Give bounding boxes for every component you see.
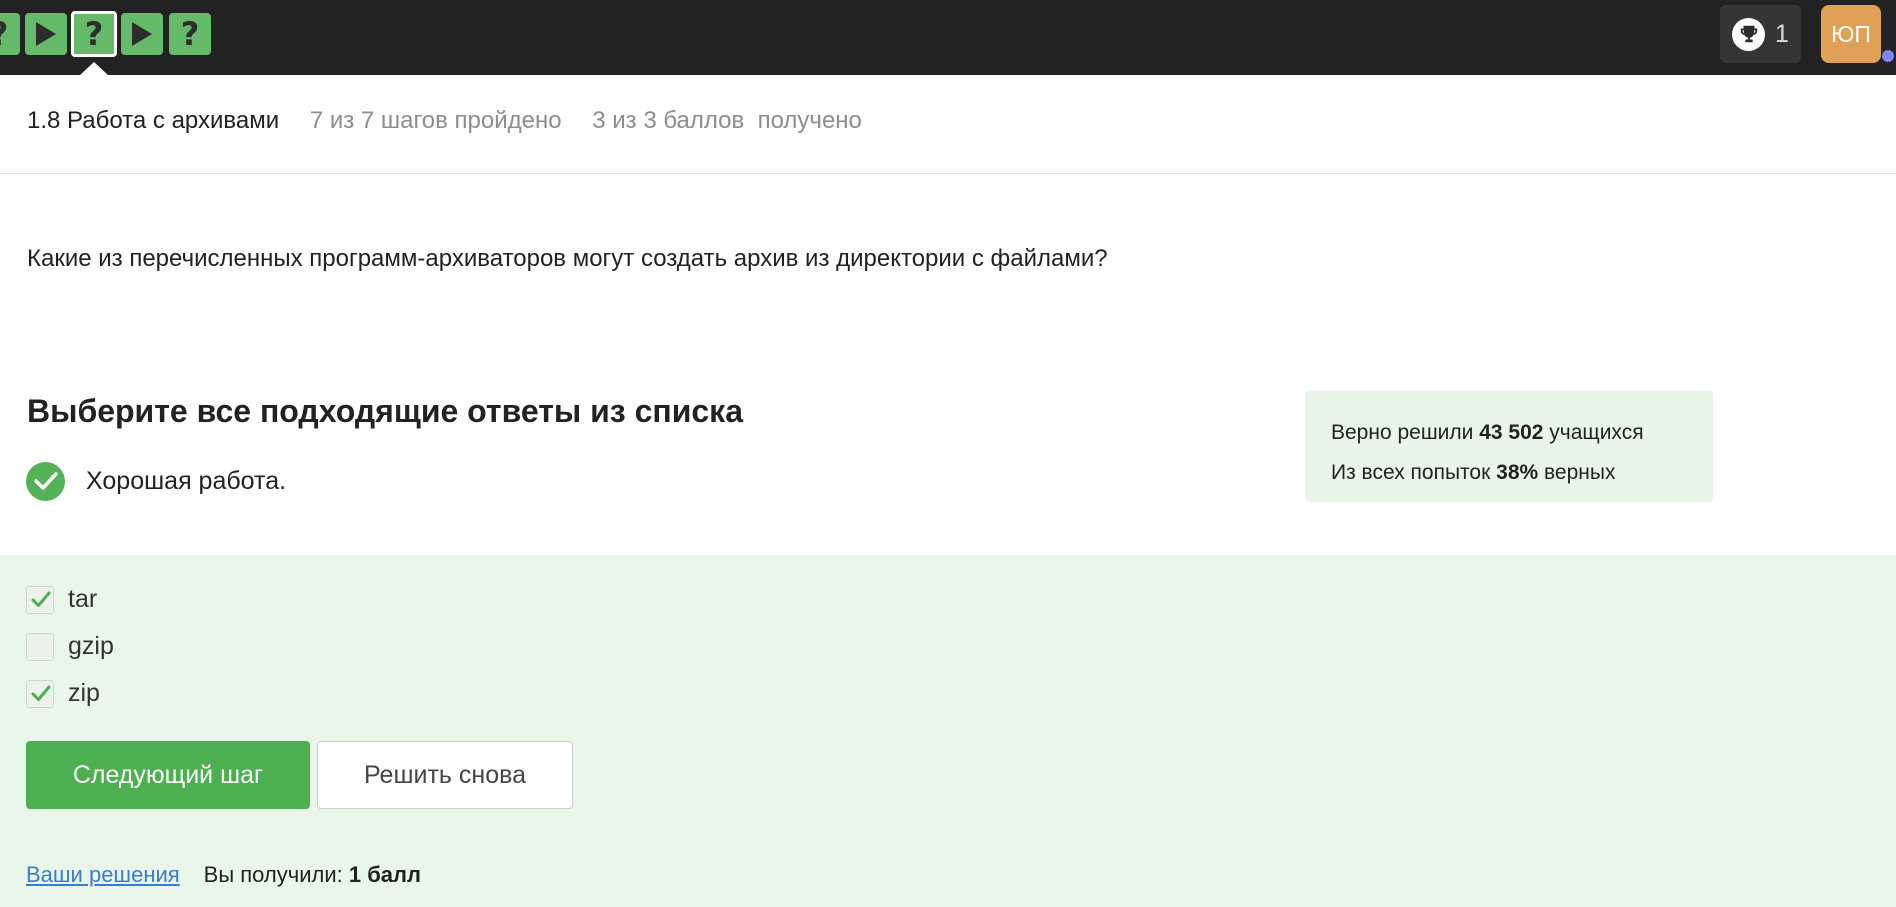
answer-area [0, 555, 1896, 907]
attempts-suffix: верных [1538, 461, 1616, 484]
solved-prefix: Верно решили [1331, 421, 1480, 444]
question-mark-icon: ? [0, 15, 8, 53]
stats-panel: Верно решили 43 502 учащихся Из всех поп… [1305, 391, 1713, 502]
top-navigation-bar: ? ? ? 1 ЮП [0, 0, 1896, 75]
current-step-caret [80, 62, 108, 75]
step-video-icon[interactable] [25, 13, 67, 55]
user-avatar[interactable]: ЮП [1821, 5, 1881, 63]
notification-dot [1882, 50, 1894, 62]
task-title: Выберите все подходящие ответы из списка [27, 393, 743, 429]
result-footer: Ваши решения Вы получили: 1 балл [26, 862, 421, 888]
solved-stat: Верно решили 43 502 учащихся [1331, 413, 1687, 453]
step-video-icon[interactable] [121, 13, 163, 55]
step-quiz-current-icon[interactable]: ? [71, 11, 117, 57]
trophy-icon [1732, 17, 1766, 51]
option-tar[interactable]: tar [26, 585, 97, 614]
checkbox-checked[interactable] [26, 679, 54, 708]
option-gzip[interactable]: gzip [26, 632, 114, 661]
step-quiz-icon[interactable]: ? [169, 13, 211, 55]
steps-progress: 7 из 7 шагов пройдено [309, 107, 562, 134]
option-label: zip [68, 679, 100, 707]
step-quiz-icon[interactable]: ? [0, 13, 20, 55]
solved-suffix: учащихся [1543, 421, 1644, 444]
play-icon [36, 22, 56, 46]
trophy-count: 1 [1775, 19, 1789, 48]
lesson-title: 1.8 Работа с архивами [27, 107, 280, 134]
option-label: tar [68, 585, 98, 613]
header-divider [0, 173, 1896, 174]
checkbox-unchecked[interactable] [26, 632, 54, 661]
checkmark-icon [31, 685, 51, 701]
attempts-prefix: Из всех попыток [1331, 461, 1497, 484]
result-text: Вы получили: 1 балл [204, 862, 421, 888]
attempts-stat: Из всех попыток 38% верных [1331, 453, 1687, 493]
result-prefix: Вы получили: [203, 862, 349, 887]
check-circle-icon [26, 461, 65, 501]
question-mark-icon: ? [84, 15, 104, 53]
lesson-header: 1.8 Работа с архивами 7 из 7 шагов пройд… [27, 107, 862, 135]
result-value: 1 балл [348, 862, 421, 887]
option-zip[interactable]: zip [26, 679, 100, 708]
next-step-button[interactable]: Следующий шаг [26, 741, 310, 809]
question-mark-icon: ? [180, 15, 200, 53]
solved-count: 43 502 [1479, 421, 1544, 444]
your-solutions-link[interactable]: Ваши решения [26, 862, 180, 888]
checkbox-checked[interactable] [26, 585, 54, 614]
play-icon [132, 22, 152, 46]
checkmark-icon [31, 591, 51, 607]
achievements-button[interactable]: 1 [1720, 5, 1801, 63]
feedback-message: Хорошая работа. [86, 466, 287, 495]
attempts-percent: 38% [1496, 461, 1539, 484]
question-text: Какие из перечисленных программ-архивато… [27, 245, 1108, 272]
score-progress: 3 из 3 баллов получено [592, 107, 862, 134]
option-label: gzip [68, 632, 114, 660]
retry-button[interactable]: Решить снова [317, 741, 573, 809]
feedback: Хорошая работа. [26, 461, 286, 501]
